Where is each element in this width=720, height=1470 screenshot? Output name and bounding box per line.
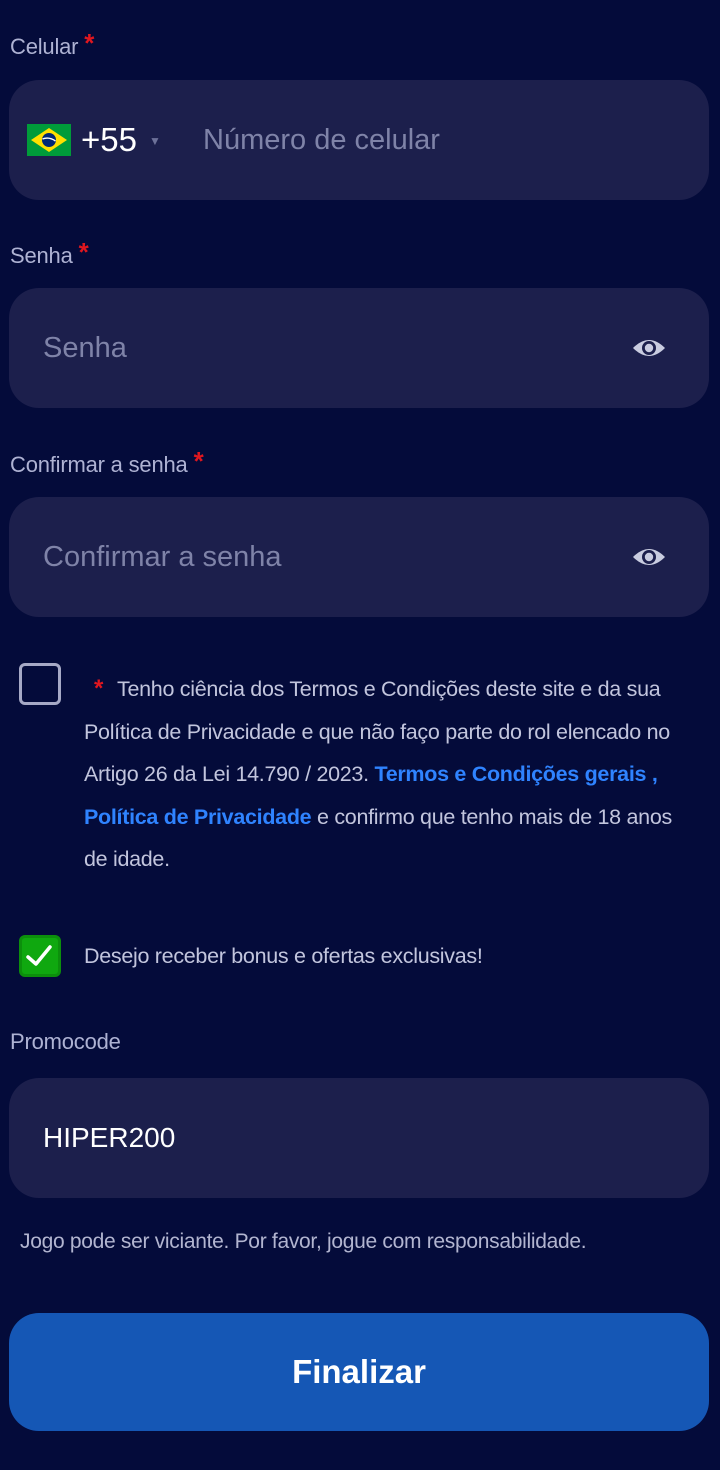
brazil-flag-icon[interactable] bbox=[27, 124, 71, 156]
password-field[interactable]: Senha bbox=[9, 288, 709, 408]
eye-icon[interactable] bbox=[631, 541, 667, 573]
promocode-field[interactable]: HIPER200 bbox=[9, 1078, 709, 1198]
dial-code[interactable]: +55 bbox=[81, 80, 137, 200]
promocode-input[interactable]: HIPER200 bbox=[43, 1078, 175, 1198]
required-mark: * bbox=[78, 237, 89, 267]
terms-text: * Tenho ciência dos Termos e Condições de… bbox=[84, 675, 672, 871]
required-mark: * bbox=[84, 28, 95, 58]
password-input[interactable]: Senha bbox=[43, 288, 127, 408]
checkmark-icon bbox=[26, 945, 52, 966]
link-separator: , bbox=[651, 762, 658, 786]
responsible-gaming-text: Jogo pode ser viciante. Por favor, jogue… bbox=[20, 1230, 587, 1253]
required-mark: * bbox=[94, 675, 104, 702]
submit-button[interactable]: Finalizar bbox=[9, 1313, 709, 1431]
password-label: Senha * bbox=[10, 237, 89, 268]
terms-checkbox[interactable] bbox=[19, 663, 61, 705]
eye-icon[interactable] bbox=[631, 332, 667, 364]
confirm-password-label: Confirmar a senha * bbox=[10, 446, 204, 477]
promocode-label: Promocode bbox=[10, 1029, 121, 1054]
required-mark: * bbox=[193, 446, 204, 476]
confirm-password-input[interactable]: Confirmar a senha bbox=[43, 497, 282, 617]
phone-input[interactable]: Número de celular bbox=[203, 80, 440, 200]
confirm-password-field[interactable]: Confirmar a senha bbox=[9, 497, 709, 617]
marketing-optin-checkbox[interactable] bbox=[19, 935, 61, 977]
phone-field[interactable]: +55 ▼ Número de celular bbox=[9, 80, 709, 200]
phone-label: Celular * bbox=[10, 28, 95, 59]
terms-link[interactable]: Termos e Condições gerais bbox=[374, 762, 646, 786]
chevron-down-icon[interactable]: ▼ bbox=[149, 134, 161, 148]
privacy-link[interactable]: Política de Privacidade bbox=[84, 805, 312, 829]
marketing-optin-label: Desejo receber bonus e ofertas exclusiva… bbox=[84, 944, 483, 968]
